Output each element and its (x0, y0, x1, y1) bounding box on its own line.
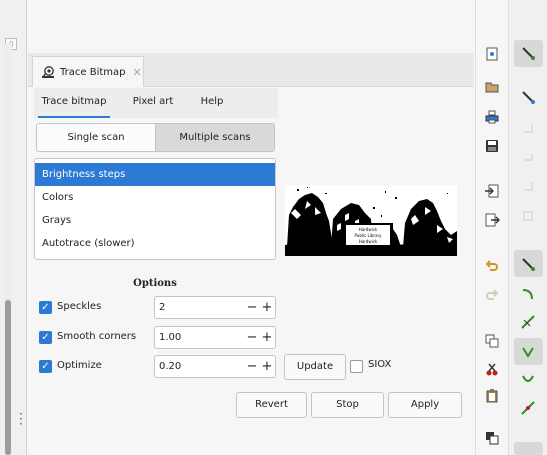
revert-button[interactable]: Revert (236, 392, 307, 418)
stop-button[interactable]: Stop (311, 392, 384, 418)
speckles-increment-button[interactable]: + (260, 297, 274, 318)
snap-line-midpoints-icon[interactable] (520, 400, 536, 416)
export-icon[interactable] (484, 212, 500, 228)
list-item-colors[interactable]: Colors (35, 186, 275, 209)
list-item-brightness-steps[interactable]: Brightness steps (35, 163, 275, 186)
tab-trace-bitmap[interactable]: Trace Bitmap ✕ (32, 56, 144, 87)
speckles-label: Speckles (57, 301, 102, 312)
apply-button[interactable]: Apply (388, 392, 462, 418)
snap-others-toggle[interactable] (514, 442, 543, 455)
optimize-spinbox[interactable]: 0.20 − + (154, 355, 276, 378)
scan-mode-toggle: Single scan Multiple scans (36, 123, 275, 152)
preview-sign-line-2: Public Library (354, 233, 382, 238)
preview-sign-line-3: Hardwick (359, 239, 378, 244)
new-document-icon[interactable] (484, 46, 500, 62)
close-icon[interactable]: ✕ (132, 66, 141, 79)
duplicate-icon[interactable] (484, 333, 500, 349)
list-item-autotrace[interactable]: Autotrace (slower) (35, 232, 275, 255)
smooth-corners-checkbox[interactable]: ✓ (39, 331, 52, 344)
paste-icon[interactable] (484, 388, 500, 404)
cut-icon[interactable] (484, 362, 500, 378)
speckles-value[interactable]: 2 (159, 297, 165, 318)
print-icon[interactable] (484, 109, 500, 125)
snap-cusp-nodes-icon (522, 347, 534, 358)
smooth-corners-increment-button[interactable]: + (260, 327, 274, 348)
speckles-decrement-button[interactable]: − (245, 297, 259, 318)
snap-nodes-icon (522, 258, 535, 271)
left-scrollbar-thumb[interactable] (5, 300, 11, 455)
trace-preview-image: Hardwick Public Library Hardwick (285, 185, 457, 256)
list-item-grays[interactable]: Grays (35, 209, 275, 232)
redo-icon[interactable] (484, 287, 500, 303)
snap-bbox-midpoint-icon[interactable] (520, 178, 536, 194)
import-icon[interactable] (484, 183, 500, 199)
siox-label: SIOX (368, 359, 392, 370)
optimize-decrement-button[interactable]: − (245, 356, 259, 377)
snap-bbox-icon[interactable] (520, 89, 536, 105)
snap-path-icon[interactable] (520, 286, 536, 302)
subtab-pixel-art[interactable]: Pixel art (122, 88, 184, 118)
open-folder-icon[interactable] (484, 79, 500, 95)
snap-bbox-edge-icon[interactable] (520, 120, 536, 136)
smooth-corners-value[interactable]: 1.00 (159, 327, 181, 348)
optimize-label: Optimize (57, 360, 102, 371)
save-icon[interactable] (484, 138, 500, 154)
optimize-value[interactable]: 0.20 (159, 356, 181, 377)
siox-checkbox[interactable] (350, 360, 363, 373)
detection-mode-list: Brightness steps Colors Grays Autotrace … (34, 158, 276, 260)
snap-bbox-center-icon[interactable] (520, 208, 536, 224)
speckles-checkbox[interactable]: ✓ (39, 301, 52, 314)
snap-smooth-nodes-icon[interactable] (520, 372, 536, 388)
smooth-corners-decrement-button[interactable]: − (245, 327, 259, 348)
clone-icon[interactable] (484, 430, 500, 446)
trace-bitmap-icon (42, 66, 54, 78)
snap-path-intersection-icon[interactable] (520, 314, 536, 330)
smooth-corners-label: Smooth corners (57, 331, 137, 342)
optimize-increment-button[interactable]: + (260, 356, 274, 377)
speckles-spinbox[interactable]: 2 − + (154, 296, 276, 319)
optimize-checkbox[interactable]: ✓ (39, 360, 52, 373)
smooth-corners-spinbox[interactable]: 1.00 − + (154, 326, 276, 349)
preview-sign-line-1: Hardwick (359, 227, 378, 232)
snap-bbox-corner-icon[interactable] (520, 148, 536, 164)
panel-resize-grip-icon[interactable]: · · · (19, 408, 23, 430)
subtab-help[interactable]: Help (192, 88, 232, 118)
subtab-trace-bitmap[interactable]: Trace bitmap (38, 88, 110, 118)
update-button[interactable]: Update (284, 354, 346, 380)
undo-icon[interactable] (484, 258, 500, 274)
single-scan-button[interactable]: Single scan (37, 124, 155, 151)
multiple-scans-button[interactable]: Multiple scans (155, 124, 274, 151)
options-heading: Options (133, 278, 177, 289)
tab-label: Trace Bitmap (60, 66, 126, 78)
snap-enable-icon (522, 47, 535, 60)
